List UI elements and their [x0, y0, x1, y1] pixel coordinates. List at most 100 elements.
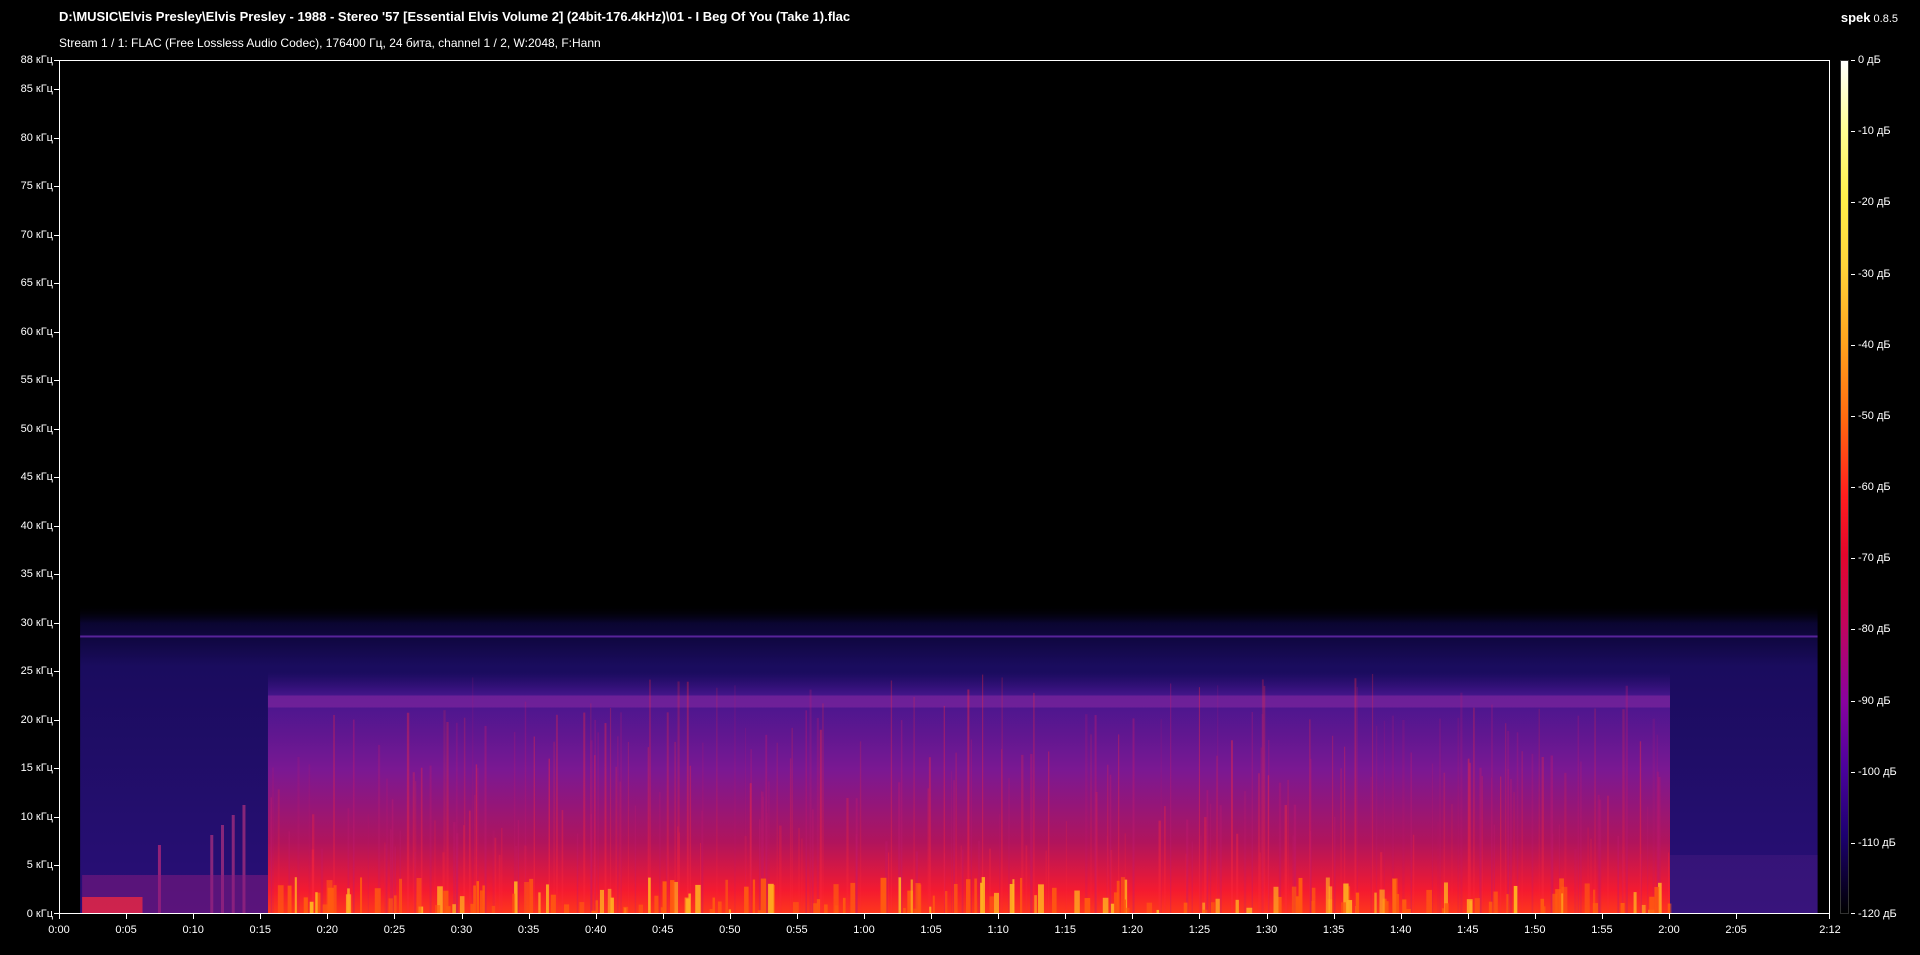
spectrogram-streak — [1574, 848, 1577, 913]
spectrogram-streak — [1467, 758, 1470, 913]
time-tick-mark — [1199, 914, 1201, 919]
low-frequency-peak — [1513, 885, 1518, 913]
time-tick-label: 0:15 — [249, 924, 271, 936]
low-frequency-peak — [1374, 892, 1377, 913]
low-frequency-peak — [512, 893, 516, 913]
db-tick-label: 0 дБ — [1858, 54, 1881, 66]
db-tick-mark — [1851, 273, 1855, 275]
spectrogram-streak — [1491, 777, 1493, 913]
spectrogram-streak — [1510, 779, 1512, 913]
spectrogram-streak — [1030, 753, 1033, 913]
low-frequency-peak — [1391, 878, 1398, 913]
spectrogram-streak — [576, 833, 579, 913]
low-frequency-peak — [1379, 889, 1385, 913]
frequency-tick-label: 55 кГц — [20, 374, 53, 387]
spectrogram-streak — [434, 820, 436, 913]
spectrogram-streak — [501, 827, 503, 913]
spectrogram-streak — [822, 703, 824, 913]
time-tick-label: 1:15 — [1054, 924, 1076, 936]
db-tick-mark — [1851, 487, 1855, 488]
time-tick-label: 1:30 — [1255, 924, 1278, 936]
low-frequency-peak — [824, 904, 828, 913]
spectrogram-streak — [384, 844, 387, 913]
low-frequency-peak — [1620, 902, 1625, 913]
low-frequency-peak — [813, 903, 818, 913]
spectrogram-streak — [1008, 778, 1010, 913]
time-tick-label: 1:40 — [1389, 924, 1412, 936]
low-frequency-peak — [546, 884, 549, 913]
low-frequency-peak — [476, 881, 480, 913]
spectrogram-streak — [927, 788, 930, 913]
low-frequency-peak — [917, 884, 922, 913]
spectrogram-streak — [758, 819, 761, 913]
spectrogram-streak — [597, 732, 599, 913]
spectrogram-streak — [472, 677, 474, 913]
spectrogram-streak — [1160, 719, 1162, 913]
time-tick-mark — [796, 914, 798, 919]
time-tick-label: 1:05 — [920, 924, 942, 936]
db-tick-mark — [1851, 415, 1855, 417]
db-tick-mark — [1851, 344, 1855, 346]
spectrogram-streak — [561, 810, 564, 913]
spectrogram-streak — [805, 710, 807, 913]
low-frequency-peak — [1541, 906, 1546, 913]
spectrogram-streak — [1191, 841, 1193, 913]
time-tick-mark — [461, 914, 463, 919]
time-tick-label: 1:25 — [1188, 924, 1211, 936]
low-frequency-peak — [760, 878, 767, 913]
spectrogram-streak — [634, 805, 637, 913]
outro-low-energy — [1670, 855, 1818, 913]
db-tick-mark — [1851, 629, 1855, 631]
time-tick-label: 0:20 — [316, 924, 339, 936]
low-frequency-peak — [1355, 892, 1360, 913]
spectrogram-streak — [615, 766, 617, 913]
frequency-tick-label: 75 кГц — [20, 180, 53, 193]
spectrogram-streak — [1579, 761, 1582, 913]
time-tick-mark — [1400, 914, 1402, 919]
spectrogram-streak — [888, 852, 890, 913]
frequency-tick-label: 60 кГц — [20, 325, 53, 338]
low-frequency-peak — [910, 879, 913, 913]
spectrogram-streak — [604, 723, 607, 913]
low-frequency-peak — [648, 877, 651, 913]
spectrogram-streak — [1617, 835, 1620, 913]
spectrogram-streak — [555, 714, 558, 913]
spectrogram-streak — [1594, 708, 1596, 913]
app-name: spek — [1840, 10, 1871, 25]
time-tick-label: 1:20 — [1121, 924, 1144, 936]
spectrogram-streak — [1206, 790, 1209, 913]
low-frequency-peak — [1633, 892, 1637, 913]
low-frequency-peak — [591, 910, 596, 913]
low-frequency-peak — [473, 885, 476, 913]
low-frequency-peak — [388, 898, 393, 913]
spectrogram-streak — [1132, 718, 1135, 913]
spectrogram-streak — [1354, 678, 1357, 913]
time-tick-mark — [126, 914, 128, 919]
spectrogram-streak — [677, 681, 680, 913]
low-frequency-peak — [768, 883, 774, 913]
spectrogram-streak — [1199, 835, 1202, 913]
spectrogram-streak — [492, 830, 495, 913]
time-tick-mark — [931, 914, 933, 919]
spectrogram-streak — [1356, 687, 1358, 913]
frequency-tick-label: 20 кГц — [20, 713, 53, 726]
spectrogram-streak — [446, 721, 449, 913]
spectrogram-streak — [659, 791, 661, 913]
spectrogram-streak — [1402, 719, 1405, 913]
low-frequency-peak — [792, 902, 799, 913]
time-tick-label: 0:35 — [517, 924, 540, 936]
low-frequency-peak — [1641, 904, 1646, 913]
frequency-tick-label: 45 кГц — [20, 471, 53, 484]
spectrogram-streak — [1505, 723, 1507, 913]
spectrogram-streak — [1209, 803, 1212, 913]
low-frequency-peak — [529, 878, 534, 913]
spectrogram-streak — [977, 840, 981, 913]
frequency-tick-label: 70 кГц — [20, 228, 53, 241]
low-frequency-peak — [1493, 891, 1498, 913]
time-tick-mark — [260, 914, 262, 919]
time-tick-mark — [193, 914, 195, 919]
low-frequency-peak — [1125, 907, 1130, 913]
spectrogram-streak — [1500, 776, 1502, 913]
low-frequency-peak — [393, 895, 397, 913]
frequency-tick-label: 35 кГц — [20, 568, 53, 581]
